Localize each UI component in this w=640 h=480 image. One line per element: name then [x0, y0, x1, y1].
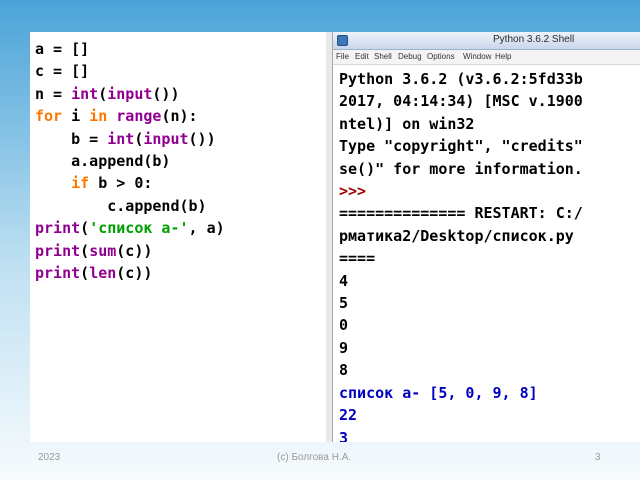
shell-line: 4: [339, 271, 349, 290]
menu-item-file[interactable]: File: [336, 52, 349, 61]
code-line: c.append(b): [35, 196, 207, 215]
shell-line: ntel)] on win32: [339, 114, 475, 133]
code-line: print(sum(c)): [35, 241, 153, 260]
shell-line: Python 3.6.2 (v3.6.2:5fd33b: [339, 70, 583, 88]
menu-item-help[interactable]: Help: [495, 52, 511, 61]
shell-titlebar[interactable]: Python 3.6.2 Shell: [333, 32, 640, 50]
shell-line: >>>: [339, 182, 367, 201]
python-shell-window[interactable]: Python 3.6.2 Shell File Edit Shell Debug…: [332, 32, 640, 442]
shell-menubar: File Edit Shell Debug Options Window Hel…: [333, 50, 640, 65]
footer-page-number: 3: [595, 452, 601, 463]
shell-line: 22: [339, 406, 358, 425]
code-line: print('список а-', a): [35, 219, 225, 238]
source-code: a = [] c = [] n = int(input()) for i in ran…: [35, 38, 225, 284]
shell-line: 2017, 04:14:34) [MSC v.1900: [339, 92, 583, 111]
shell-line: se()" for more information.: [339, 159, 583, 178]
footer-year: 2023: [38, 452, 61, 463]
shell-line: рматика2/Desktop/список.py: [339, 226, 574, 245]
slide: a = [] c = [] n = int(input()) for i in ran…: [30, 32, 640, 442]
code-line: n = int(input()): [35, 84, 180, 103]
code-line: for i in range(n):: [35, 107, 198, 126]
menu-item-window[interactable]: Window: [463, 52, 491, 61]
menu-item-shell[interactable]: Shell: [374, 52, 392, 61]
code-line: a.append(b): [35, 152, 171, 171]
shell-line: ============== RESTART: C:/: [339, 204, 583, 223]
shell-line: Type "copyright", "credits": [339, 137, 583, 156]
code-line: if b > 0:: [71, 174, 153, 193]
code-editor-panel[interactable]: a = [] c = [] n = int(input()) for i in ran…: [30, 32, 327, 442]
shell-line: 9: [339, 338, 349, 357]
python-app-icon: [337, 35, 348, 46]
shell-line: 8: [339, 361, 349, 380]
shell-line: 5: [339, 294, 349, 313]
code-line: c = []: [35, 62, 90, 81]
shell-line: список а- [5, 0, 9, 8]: [339, 383, 538, 402]
menu-item-options[interactable]: Options: [427, 52, 455, 61]
shell-line: ====: [339, 249, 376, 268]
code-line: print(len(c)): [35, 264, 153, 283]
shell-line: 3: [339, 428, 349, 443]
menu-item-edit[interactable]: Edit: [355, 52, 369, 61]
shell-line: 0: [339, 316, 349, 335]
code-line: a = []: [35, 40, 90, 58]
window-title: Python 3.6.2 Shell: [493, 34, 575, 45]
menu-item-debug[interactable]: Debug: [398, 52, 422, 61]
footer-author: (c) Болгова Н.А.: [277, 452, 352, 463]
shell-output[interactable]: Python 3.6.2 (v3.6.2:5fd33b 2017, 04:14:3…: [339, 68, 583, 442]
code-line: b = int(input()): [35, 129, 216, 148]
